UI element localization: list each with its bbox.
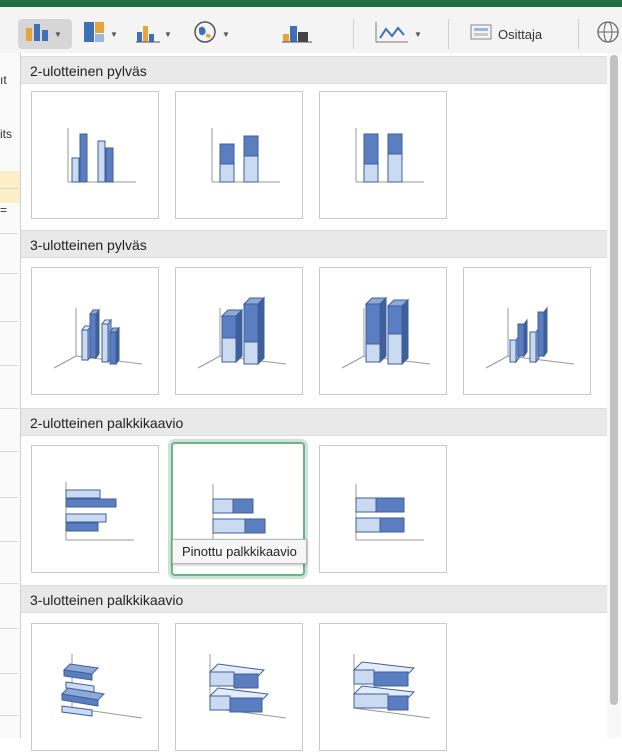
- 3d-clustered-bar-icon: [60, 654, 143, 719]
- section-header-2d-column: 2-ulotteinen pylväs: [21, 56, 607, 84]
- 100-stacked-column-tile[interactable]: [319, 91, 447, 219]
- pivot-chart-icon: [280, 20, 314, 49]
- section-header-3d-bar: 3-ulotteinen palkkikaavio: [21, 585, 607, 613]
- clustered-bar-tile[interactable]: [31, 445, 159, 573]
- slicer-label: Osittaja: [498, 26, 543, 42]
- 3d-stacked-bar-tile[interactable]: [175, 623, 303, 751]
- 3d-stacked-bar-icon: [208, 654, 287, 719]
- stacked-column-tile[interactable]: [175, 91, 303, 219]
- column-chart-icon: [24, 21, 52, 48]
- maps-chart-button[interactable]: ▼: [190, 19, 240, 49]
- stacked-column-icon: [211, 128, 280, 183]
- statistic-chart-button[interactable]: ▼: [134, 19, 178, 49]
- treemap-chart-icon: [82, 20, 108, 49]
- ribbon-separator: [578, 19, 579, 49]
- chart-gallery-dropdown: 2-ulotteinen pylväs 3-ulotteinen pylväs …: [20, 53, 621, 751]
- column-chart-button[interactable]: ▼: [18, 19, 72, 49]
- chart-type-tooltip: Pinottu palkkikaavio: [172, 539, 307, 564]
- cell-highlight: [0, 171, 20, 203]
- pivot-chart-button[interactable]: [280, 19, 326, 49]
- 3d-column-icon: [485, 306, 575, 369]
- 100-stacked-column-icon: [355, 128, 424, 183]
- clustered-bar-icon: [65, 482, 134, 541]
- 3d-clustered-bar-tile[interactable]: [31, 623, 159, 751]
- window-accent-bar: [0, 0, 622, 7]
- 100-stacked-bar-tile[interactable]: [319, 445, 447, 573]
- 3d-clustered-column-icon: [53, 308, 143, 369]
- 3d-stacked-column-tile[interactable]: [175, 267, 303, 395]
- sheet-text-fragment: ıt: [0, 73, 7, 87]
- 3d-clustered-column-tile[interactable]: [31, 267, 159, 395]
- sheet-text-fragment: its: [0, 127, 12, 141]
- 3d-column-tile[interactable]: [463, 267, 591, 395]
- 3d-100-stacked-column-tile[interactable]: [319, 267, 447, 395]
- slicer-button[interactable]: Osittaja: [470, 19, 566, 49]
- hierarchy-chart-button[interactable]: ▼: [82, 19, 122, 49]
- 3d-100-stacked-bar-icon: [352, 654, 431, 719]
- section-header-2d-bar: 2-ulotteinen palkkikaavio: [21, 408, 607, 436]
- clustered-column-icon: [67, 128, 136, 183]
- chevron-down-icon: ▼: [222, 29, 230, 39]
- chevron-down-icon: ▼: [110, 29, 118, 39]
- chevron-down-icon: ▼: [54, 29, 62, 39]
- 3d-100-stacked-column-icon: [341, 296, 431, 369]
- sparkline-button[interactable]: ▼: [372, 19, 428, 49]
- clustered-column-tile[interactable]: [31, 91, 159, 219]
- slicer-icon: [470, 23, 492, 46]
- chevron-down-icon: ▼: [414, 29, 422, 39]
- section-header-3d-column: 3-ulotteinen pylväs: [21, 230, 607, 258]
- 100-stacked-bar-icon: [355, 484, 424, 541]
- 3d-100-stacked-bar-tile[interactable]: [319, 623, 447, 751]
- ribbon-separator: [353, 19, 354, 49]
- globe-map-icon: [190, 19, 220, 50]
- link-button[interactable]: [592, 19, 622, 49]
- sparkline-line-icon: [372, 20, 412, 49]
- gallery-scrollbar[interactable]: [607, 53, 621, 738]
- scrollbar-thumb[interactable]: [610, 55, 618, 705]
- ribbon-separator: [448, 19, 449, 49]
- worksheet-edge: ıt its =: [0, 53, 20, 738]
- ribbon-toolbar: ▼ ▼ ▼ ▼ ▼ Osittaja: [0, 7, 622, 53]
- globe-link-icon: [592, 19, 622, 50]
- sheet-text-fragment: =: [0, 203, 8, 217]
- histogram-chart-icon: [134, 20, 162, 49]
- 3d-stacked-column-icon: [197, 296, 287, 369]
- chevron-down-icon: ▼: [164, 29, 172, 39]
